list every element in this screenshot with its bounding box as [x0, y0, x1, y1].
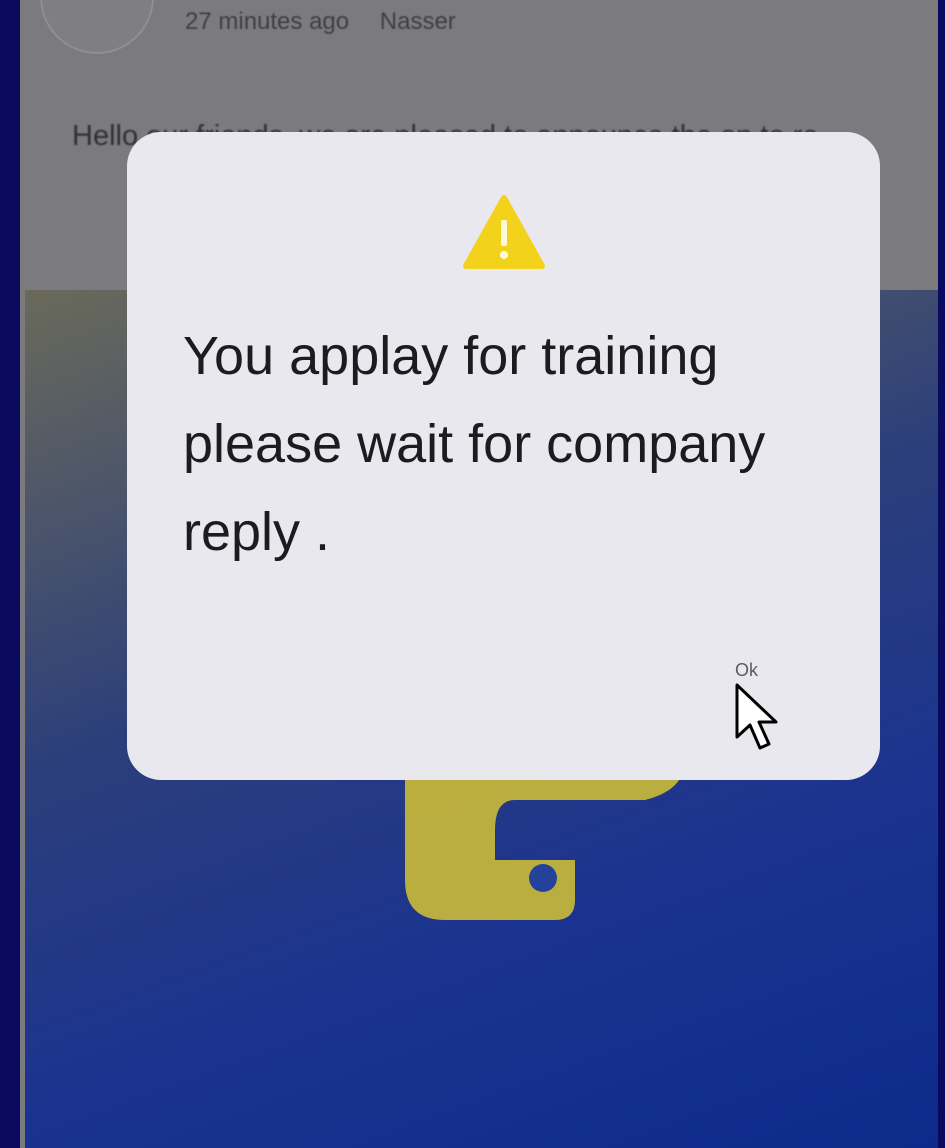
post-header: 27 minutes ago Nasser [20, 0, 938, 80]
post-time: 27 minutes ago [185, 8, 350, 35]
python-logo-eye [529, 864, 557, 892]
dialog-message: You applay for training please wait for … [183, 326, 766, 562]
ok-button[interactable]: Ok [727, 658, 766, 683]
avatar[interactable] [40, 0, 154, 54]
post-meta: 27 minutes ago Nasser [185, 8, 456, 36]
warning-icon [463, 195, 545, 269]
mouse-pointer-icon [735, 683, 778, 750]
app-screen: 27 minutes ago Nasser Hello our friends,… [20, 0, 938, 1148]
post-author[interactable]: Nasser [380, 8, 456, 35]
